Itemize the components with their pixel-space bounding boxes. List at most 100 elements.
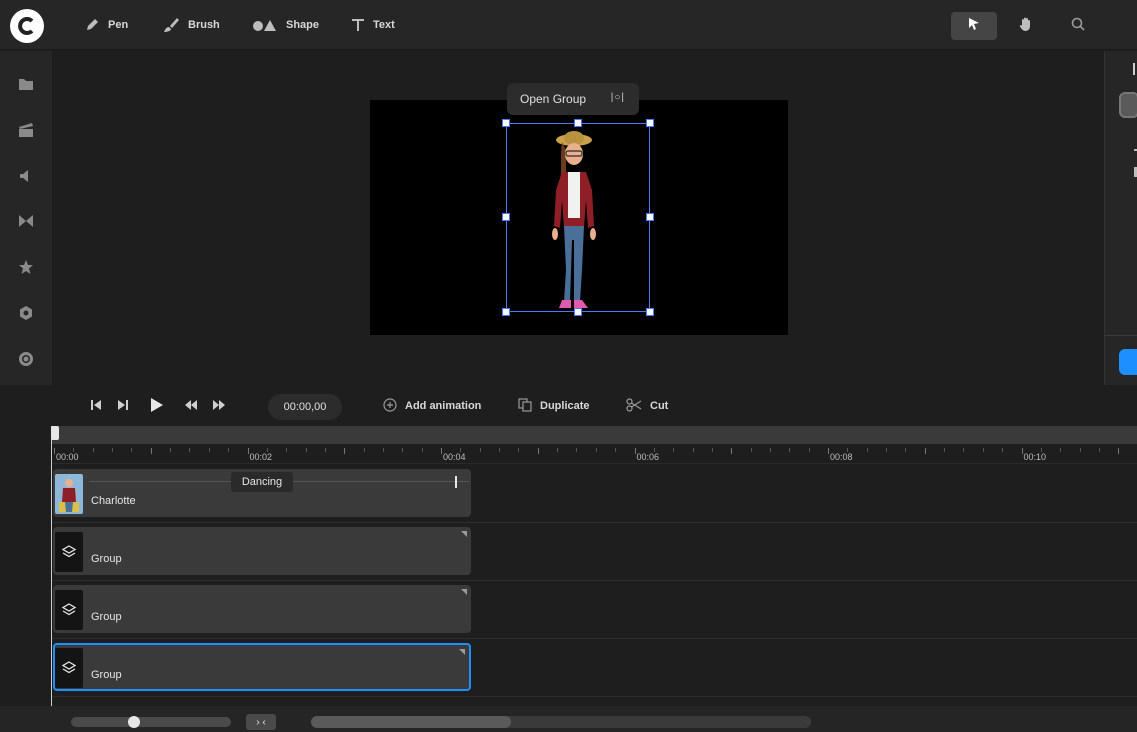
ruler-tick (595, 448, 597, 452)
zoom-slider-knob[interactable] (128, 716, 140, 728)
ruler-tick (189, 448, 191, 452)
duplicate-button[interactable]: Duplicate (518, 397, 590, 415)
track-row: Group (52, 581, 1137, 639)
ruler-tick (944, 448, 946, 452)
select-tool-button[interactable] (951, 12, 997, 40)
resize-handle-bottom[interactable] (574, 308, 582, 316)
ruler-tick (208, 448, 210, 452)
brush-tool-button[interactable]: Brush (162, 0, 220, 50)
fit-timeline-button[interactable]: › ‹ (246, 714, 276, 730)
time-ruler[interactable]: 00:00 00:02 00:04 00:06 00:08 00:10 (52, 444, 1137, 464)
ruler-tick (711, 448, 713, 452)
clip-name: Group (91, 669, 122, 681)
folder-icon[interactable] (16, 74, 36, 94)
text-tool-button[interactable]: Text (351, 0, 395, 50)
playback-controls: 00:00,00 Add animation Duplicate Cut (0, 386, 1137, 426)
resize-handle-right[interactable] (646, 213, 654, 221)
resize-handle-top[interactable] (574, 119, 582, 127)
ruler-tick (1118, 448, 1120, 454)
playhead-line[interactable] (51, 426, 52, 706)
ruler-tick (750, 448, 752, 452)
ruler-tick (615, 448, 617, 452)
shape-tool-button[interactable]: Shape (252, 0, 319, 50)
rewind-icon (184, 399, 198, 414)
brush-icon (162, 17, 180, 33)
transition-icon[interactable] (16, 211, 36, 231)
cut-label: Cut (650, 400, 669, 412)
track-row: Group (52, 639, 1137, 697)
search-icon (1071, 17, 1085, 36)
skip-to-start-button[interactable] (90, 397, 102, 415)
corner-marker (461, 589, 467, 595)
ruler-tick (344, 448, 346, 454)
ruler-tick (286, 448, 288, 452)
settings-icon[interactable] (16, 303, 36, 323)
ruler-label: 00:02 (249, 452, 273, 462)
clip-name: Group (91, 611, 122, 623)
rewind-button[interactable] (184, 397, 198, 415)
shape-tool-label: Shape (286, 19, 320, 31)
panel-divider (1133, 63, 1135, 75)
ruler-tick (576, 448, 578, 452)
panel-primary-button[interactable] (1119, 349, 1137, 375)
resize-handle-bottom-right[interactable] (646, 308, 654, 316)
animation-tag[interactable]: Dancing (231, 472, 293, 492)
current-time-display[interactable]: 00:00,00 (268, 394, 342, 420)
ungroup-icon[interactable]: |○| (611, 92, 625, 103)
ruler-label: 00:08 (830, 452, 853, 462)
fast-forward-button[interactable] (212, 397, 226, 415)
hand-tool-button[interactable] (1003, 12, 1049, 40)
media-icon[interactable] (16, 120, 36, 140)
cut-button[interactable]: Cut (626, 397, 668, 415)
resize-handle-top-left[interactable] (502, 119, 510, 127)
text-tool-label: Text (373, 19, 395, 31)
ruler-tick (769, 448, 771, 452)
audio-icon[interactable] (16, 166, 36, 186)
track-clip-group[interactable]: Group (53, 585, 471, 633)
play-button[interactable] (150, 397, 164, 415)
ruler-tick (363, 448, 365, 452)
ruler-tick (886, 448, 888, 452)
record-icon[interactable] (16, 349, 36, 369)
panel-toggle[interactable] (1119, 92, 1137, 118)
top-toolbar: Pen Brush Shape Text (0, 0, 1137, 50)
ruler-tick (828, 448, 829, 454)
add-animation-button[interactable]: Add animation (383, 397, 481, 415)
open-group-button[interactable]: Open Group (520, 92, 586, 106)
ruler-tick (421, 448, 423, 452)
search-tool-button[interactable] (1055, 12, 1101, 40)
track-clip-group[interactable]: Group (53, 527, 471, 575)
zoom-slider[interactable] (71, 717, 231, 727)
timeline: 00:00 00:02 00:04 00:06 00:08 00:10 Charlotte… (52, 426, 1137, 706)
skip-to-end-button[interactable] (117, 397, 129, 415)
star-icon[interactable] (16, 257, 36, 277)
track-row: Charlotte Dancing (52, 465, 1137, 523)
ruler-tick (382, 448, 384, 452)
pen-tool-button[interactable]: Pen (84, 0, 128, 50)
ruler-tick (963, 448, 965, 452)
resize-handle-top-right[interactable] (646, 119, 654, 127)
clip-thumbnail (55, 474, 83, 514)
track-clip-charlotte[interactable]: Charlotte Dancing (53, 469, 471, 517)
animation-end-handle[interactable] (455, 476, 457, 488)
pointer-icon (967, 17, 981, 36)
ruler-tick (692, 448, 694, 452)
clip-name: Group (91, 553, 122, 565)
properties-panel (1104, 51, 1137, 385)
resize-handle-bottom-left[interactable] (502, 308, 510, 316)
collapse-icon: › ‹ (256, 716, 266, 728)
ruler-tick (924, 448, 926, 454)
timeline-scrubber[interactable] (52, 426, 1137, 444)
ruler-tick (170, 448, 172, 452)
horizontal-scrollbar-thumb[interactable] (311, 716, 511, 728)
scissors-icon (626, 397, 642, 415)
playhead-handle[interactable] (51, 426, 59, 440)
selection-box[interactable] (502, 119, 654, 316)
play-icon (150, 397, 164, 416)
ruler-tick (673, 448, 675, 452)
pen-tool-label: Pen (108, 19, 129, 31)
resize-handle-left[interactable] (502, 213, 510, 221)
layers-icon (55, 590, 83, 630)
track-clip-group-selected[interactable]: Group (53, 643, 471, 691)
app-logo-icon[interactable] (10, 9, 44, 43)
